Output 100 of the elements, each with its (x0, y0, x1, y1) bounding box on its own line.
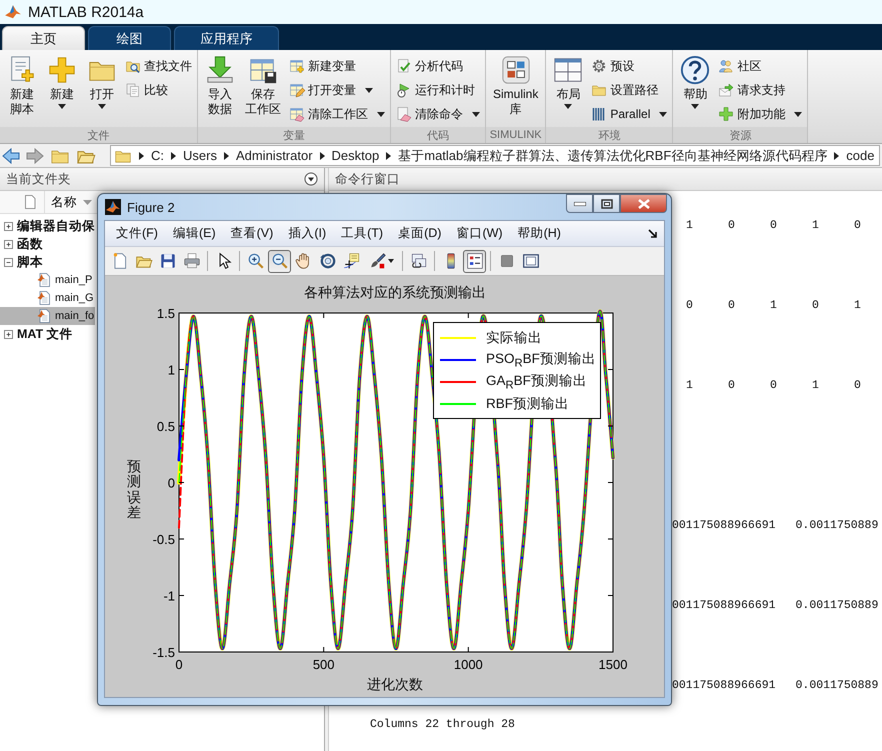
breadcrumb-separator-icon (386, 152, 392, 160)
output-value: 1 (685, 218, 694, 232)
back-arrow-icon[interactable] (2, 148, 20, 164)
folder-group-label[interactable]: 函数 (17, 236, 43, 252)
panel-title: 命令行窗口 (335, 170, 400, 188)
output-value: 0 (727, 218, 736, 232)
output-value: 0.0011750889 (796, 598, 878, 612)
ribbon-button[interactable]: 分析代码 (393, 54, 483, 78)
ribbon-button[interactable]: 打开 (82, 50, 122, 127)
output-value: 0 (853, 218, 862, 232)
dropdown-circle-icon[interactable] (304, 172, 318, 186)
ribbon-button[interactable]: 清除工作区 (286, 102, 388, 126)
rotate-icon (318, 252, 336, 270)
data-cursor-icon (342, 252, 360, 270)
maximize-button[interactable] (593, 194, 620, 213)
ribbon-button[interactable]: 运行和计时 (393, 78, 483, 102)
output-value: 0.0011750889 (796, 678, 878, 692)
file-row[interactable]: main_G (0, 289, 95, 307)
x-tick-label: 500 (312, 657, 335, 672)
ribbon-button[interactable]: 布局 (548, 50, 588, 127)
menu-item[interactable]: 桌面(D) (390, 225, 448, 242)
output-value: 1 (853, 298, 862, 312)
menu-item[interactable]: 查看(V) (222, 225, 280, 242)
ribbon-button[interactable]: 社区 (715, 54, 806, 78)
ribbon-button[interactable]: 导入 数据 (200, 50, 240, 127)
file-row[interactable]: main_fo (0, 307, 95, 325)
expand-icon[interactable] (4, 330, 13, 338)
ribbon-button[interactable]: 比较 (122, 78, 195, 102)
grid-pencil-icon (289, 82, 305, 98)
people-icon (718, 58, 734, 74)
ribbon-button[interactable]: 设置路径 (588, 78, 670, 102)
toolbar-button[interactable] (463, 250, 486, 272)
script-file-icon (36, 308, 52, 324)
expand-icon[interactable] (4, 222, 13, 230)
ribbon-button[interactable]: 查找文件 (122, 54, 195, 78)
blocks-icon (500, 55, 531, 85)
close-icon (638, 198, 650, 208)
documents-icon (125, 82, 141, 98)
expand-icon[interactable] (4, 240, 13, 248)
breadcrumb-separator-icon (834, 152, 840, 160)
figure-title: Figure 2 (127, 200, 175, 215)
ribbon-group-label: 资源 (673, 127, 808, 143)
import-arrow-icon (205, 55, 235, 85)
file-icon (22, 194, 38, 210)
collapse-icon[interactable] (4, 258, 13, 266)
menu-item[interactable]: 编辑(E) (164, 225, 223, 242)
output-text: Columns 22 through 28 (370, 718, 515, 730)
minimize-icon (574, 202, 586, 206)
ribbon-button[interactable]: Parallel (588, 102, 670, 126)
settings-icon (591, 58, 608, 74)
ribbon-button[interactable]: Simulink 库 (488, 50, 544, 127)
menu-item[interactable]: 帮助(H) (510, 225, 568, 242)
folder-group-label[interactable]: 编辑器自动保 (17, 218, 95, 234)
legend-icon (466, 252, 484, 270)
ribbon-button[interactable]: 保存 工作区 (240, 50, 286, 127)
menu-item[interactable]: 插入(I) (280, 225, 334, 242)
ribbon-button[interactable]: 附加功能 (715, 102, 806, 126)
grid-plus-icon (289, 58, 305, 74)
link-icon (410, 252, 428, 270)
printer-icon (182, 252, 200, 270)
menu-item[interactable]: 文件(F) (108, 225, 165, 242)
ribbon-tab[interactable]: 应用程序 (174, 26, 279, 50)
minimize-button[interactable] (566, 194, 593, 213)
plus-icon (47, 55, 77, 85)
close-button[interactable] (620, 194, 667, 213)
menu-item[interactable]: 窗口(W) (448, 225, 510, 242)
ribbon-tab[interactable]: 绘图 (88, 26, 171, 50)
stopwatch-icon (396, 82, 412, 98)
legend-label: 实际输出 (486, 329, 542, 347)
y-tick-label: 0.5 (156, 419, 175, 434)
y-tick-label: -1 (163, 588, 175, 604)
ribbon-button[interactable]: 新建 (42, 50, 82, 127)
ribbon-button[interactable]: 新建 脚本 (2, 50, 42, 127)
restore-icon (600, 198, 612, 208)
dock-arrow-icon[interactable] (648, 228, 658, 238)
ribbon-button[interactable]: 预设 (588, 54, 670, 78)
file-row[interactable]: main_P (0, 271, 95, 289)
ribbon-button[interactable]: 帮助 (675, 50, 716, 127)
breadcrumb-separator-icon (171, 152, 176, 160)
output-value: 0 (853, 378, 862, 392)
ribbon-group-label: 代码 (391, 127, 485, 143)
ribbon-button[interactable]: 打开变量 (286, 78, 388, 102)
forward-arrow-icon[interactable] (26, 148, 44, 164)
output-value: 0 (769, 378, 778, 392)
legend-label: GA$_{R}$BF预测输出 (486, 372, 587, 392)
folder-group-label[interactable]: 脚本 (17, 254, 43, 270)
ribbon-button[interactable]: 清除命令 (393, 102, 483, 126)
menu-item[interactable]: 工具(T) (333, 225, 390, 242)
ribbon-group-label: 变量 (198, 127, 390, 143)
ribbon-tab[interactable]: 主页 (2, 26, 85, 50)
output-value: 1 (685, 378, 694, 392)
x-tick-label: 1500 (598, 657, 628, 672)
output-value: 001175088966691 (672, 598, 776, 612)
script-file-icon (36, 272, 52, 288)
output-value: 0.0011750889 (796, 518, 878, 532)
caret-icon (388, 259, 394, 263)
folder-group-label[interactable]: MAT 文件 (17, 326, 73, 342)
ribbon-button[interactable]: 新建变量 (286, 54, 388, 78)
ribbon-button[interactable]: 请求支持 (715, 78, 806, 102)
path-field[interactable]: C: Users Administrator Desktop 基于matlab编程粒子群算法、遗传算法优化RBF径向基神经网络源代码程序 code (110, 145, 880, 166)
